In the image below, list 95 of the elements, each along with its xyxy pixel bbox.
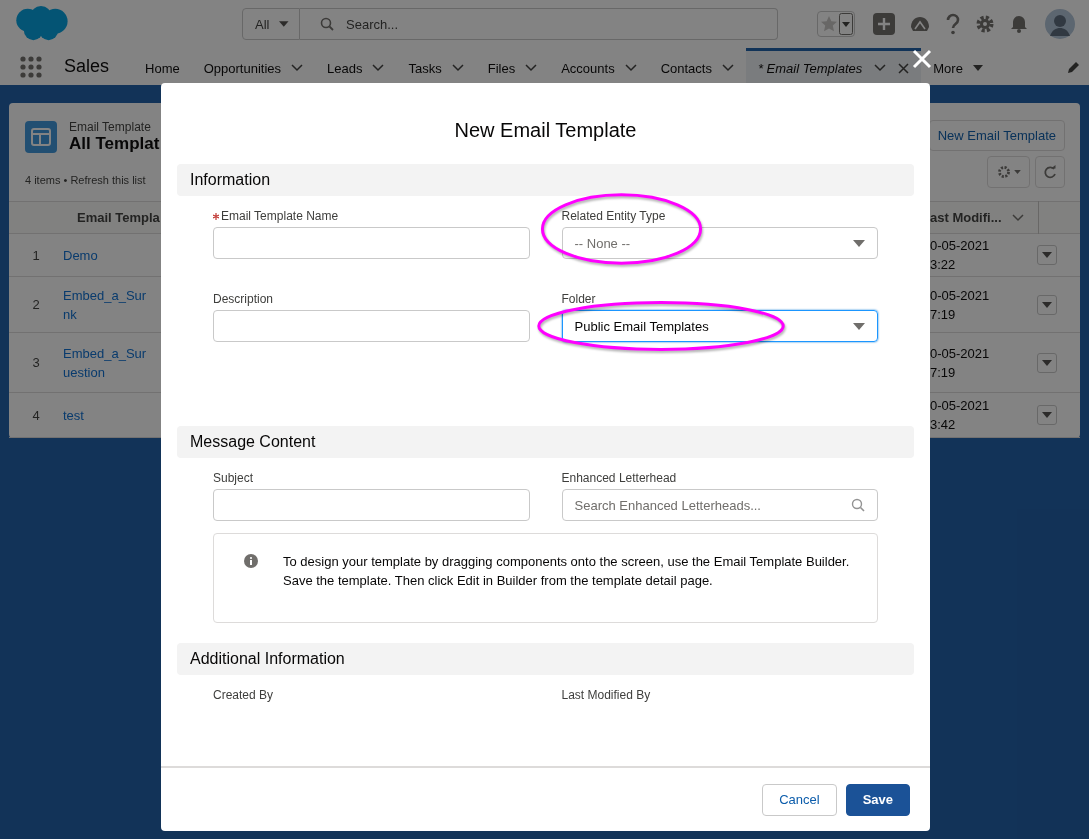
- nav-tab[interactable]: * Email Templates: [745, 48, 922, 85]
- plus-icon[interactable]: [873, 13, 895, 35]
- new-email-template-button[interactable]: New Email Template: [928, 120, 1065, 151]
- info-icon: [244, 554, 258, 568]
- row-number: 2: [31, 296, 41, 314]
- section-title: Additional Information: [190, 650, 345, 668]
- caret-icon: [279, 21, 289, 27]
- search-scope-dropdown[interactable]: All: [242, 8, 300, 40]
- table-cell-text: 0-05-2021 3:22: [930, 237, 990, 274]
- table-cell-text: 0-05-2021 3:42: [930, 397, 990, 434]
- field-label: Subject: [213, 471, 254, 485]
- search-placeholder: Search...: [346, 16, 399, 32]
- cancel-button[interactable]: Cancel: [762, 783, 837, 816]
- pencil-icon[interactable]: [1067, 59, 1081, 74]
- star-icon: [819, 14, 839, 34]
- caret-icon: [1042, 359, 1052, 366]
- close-tab-icon[interactable]: [898, 62, 910, 74]
- list-view-title[interactable]: All Templat: [69, 134, 160, 154]
- settings-icon: [996, 165, 1011, 179]
- app-name: Sales: [64, 56, 110, 77]
- row-number: 1: [31, 246, 41, 265]
- template-name-link[interactable]: test: [63, 405, 84, 425]
- row-menu-button[interactable]: [1037, 245, 1057, 265]
- info-text: To design your template by dragging components onto the screen, use the Email Template Builder.: [283, 553, 850, 571]
- close-button[interactable]: [911, 48, 933, 70]
- settings-icon[interactable]: [975, 14, 995, 34]
- search-field[interactable]: Search Enhanced Letterheads...: [561, 489, 878, 521]
- field-label: Email Template Name: [221, 209, 339, 223]
- caret-icon: [1042, 301, 1052, 308]
- table-cell-text: 0-05-2021 7:19: [930, 286, 990, 324]
- list-info: 4 items • Refresh this list: [25, 174, 147, 186]
- chevron-down-icon[interactable]: [874, 64, 887, 72]
- field-label: Folder: [561, 292, 596, 306]
- table-cell-text: 0-05-2021 7:19: [930, 344, 990, 382]
- favorites-button[interactable]: [817, 11, 855, 37]
- input-field[interactable]: [213, 227, 530, 259]
- nav-tab[interactable]: Opportunities: [191, 48, 316, 85]
- template-name-link[interactable]: Embed_a_Sur uestion: [63, 343, 147, 382]
- input-field[interactable]: [213, 489, 530, 521]
- row-number: 4: [31, 406, 41, 425]
- avatar-icon[interactable]: [1043, 7, 1077, 41]
- nav-tab[interactable]: Leads: [315, 48, 397, 85]
- search-icon: [320, 17, 334, 31]
- refresh-button[interactable]: [1035, 156, 1065, 188]
- app-launcher-icon[interactable]: [20, 55, 42, 78]
- row-menu-button[interactable]: [1037, 294, 1057, 315]
- chevron-down-icon[interactable]: [525, 64, 538, 72]
- caret-icon: [972, 65, 983, 71]
- picklist-field[interactable]: -- None --: [561, 227, 878, 259]
- section-title: Message Content: [190, 433, 316, 451]
- row-number: 3: [31, 354, 41, 372]
- caret-icon: [1042, 252, 1052, 258]
- template-name-link[interactable]: Demo: [63, 245, 98, 265]
- nav-tab[interactable]: Accounts: [549, 48, 649, 85]
- field-label: Created By: [213, 688, 274, 702]
- search-placeholder: Search Enhanced Letterheads...: [574, 497, 761, 513]
- caret-icon: [853, 322, 865, 330]
- nav-tab[interactable]: Home: [133, 48, 192, 85]
- search-field[interactable]: Search...: [300, 8, 778, 40]
- field-label: Last Modified By: [561, 688, 651, 702]
- caret-icon: [1042, 412, 1052, 418]
- modal-title: New Email Template: [454, 119, 637, 142]
- chevron-down-icon[interactable]: [372, 64, 385, 72]
- caret-icon: [839, 13, 853, 35]
- template-name-link[interactable]: Embed_a_Sur nk: [63, 285, 147, 324]
- nav-tab[interactable]: Files: [475, 48, 550, 85]
- field-label: Related Entity Type: [561, 209, 666, 223]
- help-icon[interactable]: [945, 13, 961, 35]
- chevron-down-icon[interactable]: [451, 64, 464, 72]
- column-header[interactable]: ast Modifi...: [930, 201, 1080, 234]
- info-text: Save the template. Then click Edit in Builder from the template detail page.: [283, 572, 714, 590]
- chevron-down-icon[interactable]: [1011, 213, 1024, 222]
- chevron-down-icon[interactable]: [721, 64, 734, 72]
- caret-icon: [1013, 170, 1021, 174]
- nav-tab[interactable]: Contacts: [648, 48, 746, 85]
- field-label: Enhanced Letterhead: [561, 471, 677, 485]
- nav-tab[interactable]: Tasks: [396, 48, 476, 85]
- column-header[interactable]: Email Templa: [9, 201, 161, 234]
- more-tab[interactable]: More: [921, 48, 995, 85]
- field-label: Description: [213, 292, 274, 306]
- row-menu-button[interactable]: [1037, 352, 1057, 373]
- picklist-field[interactable]: Public Email Templates: [561, 310, 878, 342]
- caret-icon: [853, 239, 865, 247]
- row-menu-button[interactable]: [1037, 405, 1057, 425]
- list-settings-button[interactable]: [987, 156, 1030, 188]
- refresh-icon: [1043, 165, 1057, 179]
- input-field[interactable]: [213, 310, 530, 342]
- template-icon: [25, 121, 57, 153]
- chevron-down-icon[interactable]: [624, 64, 637, 72]
- object-label: Email Template: [69, 120, 152, 134]
- chevron-down-icon[interactable]: [291, 64, 304, 72]
- bell-icon[interactable]: [1009, 14, 1029, 34]
- section-title: Information: [190, 171, 271, 189]
- save-button[interactable]: Save: [845, 783, 910, 816]
- search-icon: [851, 498, 865, 512]
